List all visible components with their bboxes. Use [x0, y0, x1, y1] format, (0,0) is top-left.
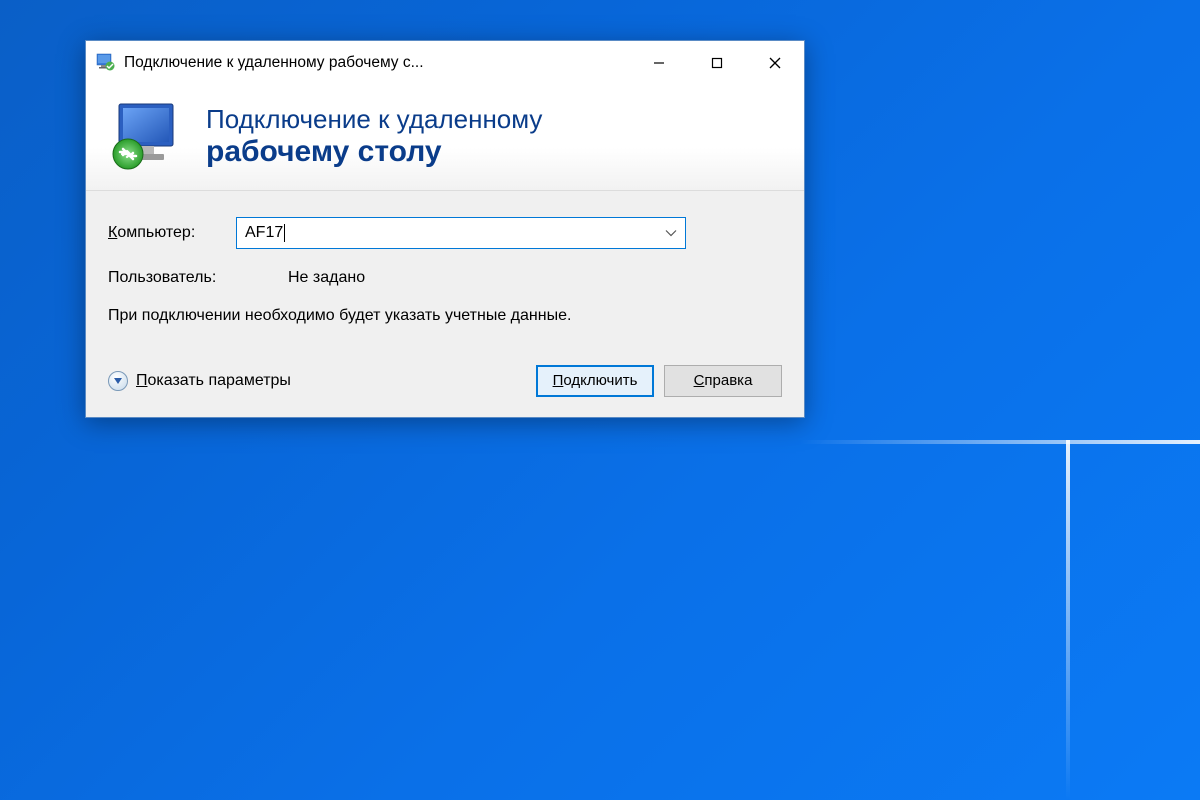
expand-down-icon [108, 371, 128, 391]
computer-input[interactable]: AF17 [236, 217, 686, 249]
header-text: Подключение к удаленному рабочему столу [206, 105, 542, 169]
header-line1: Подключение к удаленному [206, 105, 542, 135]
app-icon [96, 53, 116, 73]
window-controls [630, 41, 804, 84]
chevron-down-icon[interactable] [657, 218, 685, 248]
show-options-toggle[interactable]: Показать параметры [108, 371, 526, 391]
computer-label: Компьютер: [108, 224, 236, 242]
credentials-info: При подключении необходимо будет указать… [108, 305, 648, 327]
minimize-button[interactable] [630, 41, 688, 84]
header-line2: рабочему столу [206, 135, 542, 170]
help-button[interactable]: Справка [664, 365, 782, 397]
user-row: Пользователь: Не задано [108, 269, 782, 287]
rdp-icon [108, 98, 186, 176]
show-options-label: Показать параметры [136, 372, 291, 390]
titlebar[interactable]: Подключение к удаленному рабочему с... [86, 41, 804, 84]
footer-row: Показать параметры Подключить Справка [108, 365, 782, 397]
user-label: Пользователь: [108, 269, 288, 287]
header-banner: Подключение к удаленному рабочему столу [86, 84, 804, 191]
computer-row: Компьютер: AF17 [108, 217, 782, 249]
computer-value: AF17 [245, 224, 657, 242]
dialog-body: Компьютер: AF17 Пользователь: Не задано … [86, 191, 804, 417]
user-value: Не задано [288, 269, 365, 287]
connect-button[interactable]: Подключить [536, 365, 654, 397]
close-button[interactable] [746, 41, 804, 84]
rdp-dialog: Подключение к удаленному рабочему с... [85, 40, 805, 418]
maximize-button[interactable] [688, 41, 746, 84]
window-title: Подключение к удаленному рабочему с... [124, 54, 630, 72]
